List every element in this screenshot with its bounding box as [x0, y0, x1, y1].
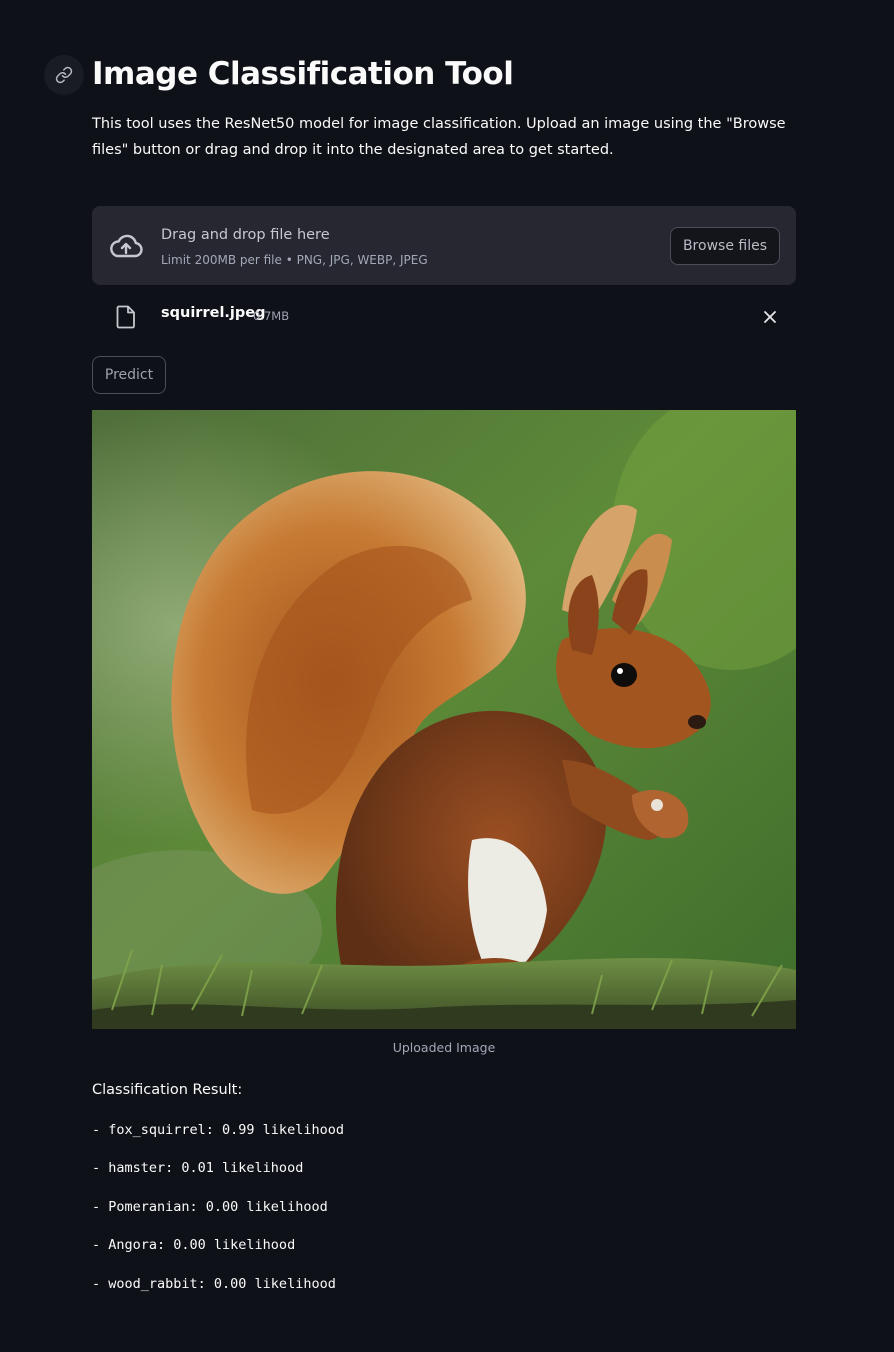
- result-item: - fox_squirrel: 0.99 likelihood: [92, 1122, 344, 1138]
- result-item: - hamster: 0.01 likelihood: [92, 1160, 304, 1177]
- file-dropzone[interactable]: Drag and drop file here Limit 200MB per …: [92, 206, 796, 285]
- link-icon: [55, 66, 73, 84]
- result-item: - Angora: 0.00 likelihood: [92, 1237, 296, 1254]
- dropzone-instructions: Drag and drop file here: [161, 227, 330, 243]
- image-caption: Uploaded Image: [392, 1040, 496, 1055]
- classification-result-list: - fox_squirrel: 0.99 likelihood - hamste…: [92, 1119, 344, 1311]
- remove-file-icon[interactable]: [762, 309, 778, 325]
- page-description: This tool uses the ResNet50 model for im…: [92, 116, 786, 158]
- file-icon: [116, 305, 135, 329]
- page-title: Image Classification Tool: [92, 56, 514, 92]
- classification-result-heading: Classification Result:: [92, 1082, 243, 1098]
- uploaded-file-item: squirrel.jpeg 0.7MB: [92, 297, 796, 337]
- file-size: 0.7MB: [253, 309, 290, 323]
- result-item: - Pomeranian: 0.00 likelihood: [92, 1198, 328, 1215]
- dropzone-limit-text: Limit 200MB per file • PNG, JPG, WEBP, J…: [161, 253, 428, 267]
- result-item: - wood_rabbit: 0.00 likelihood: [92, 1275, 336, 1292]
- file-name: squirrel.jpeg: [161, 305, 266, 321]
- browse-files-button[interactable]: Browse files: [669, 227, 780, 265]
- link-anchor-button[interactable]: [44, 55, 84, 95]
- predict-button[interactable]: Predict: [92, 356, 166, 394]
- cloud-upload-icon: [110, 234, 143, 258]
- uploaded-squirrel-image: [92, 410, 796, 1029]
